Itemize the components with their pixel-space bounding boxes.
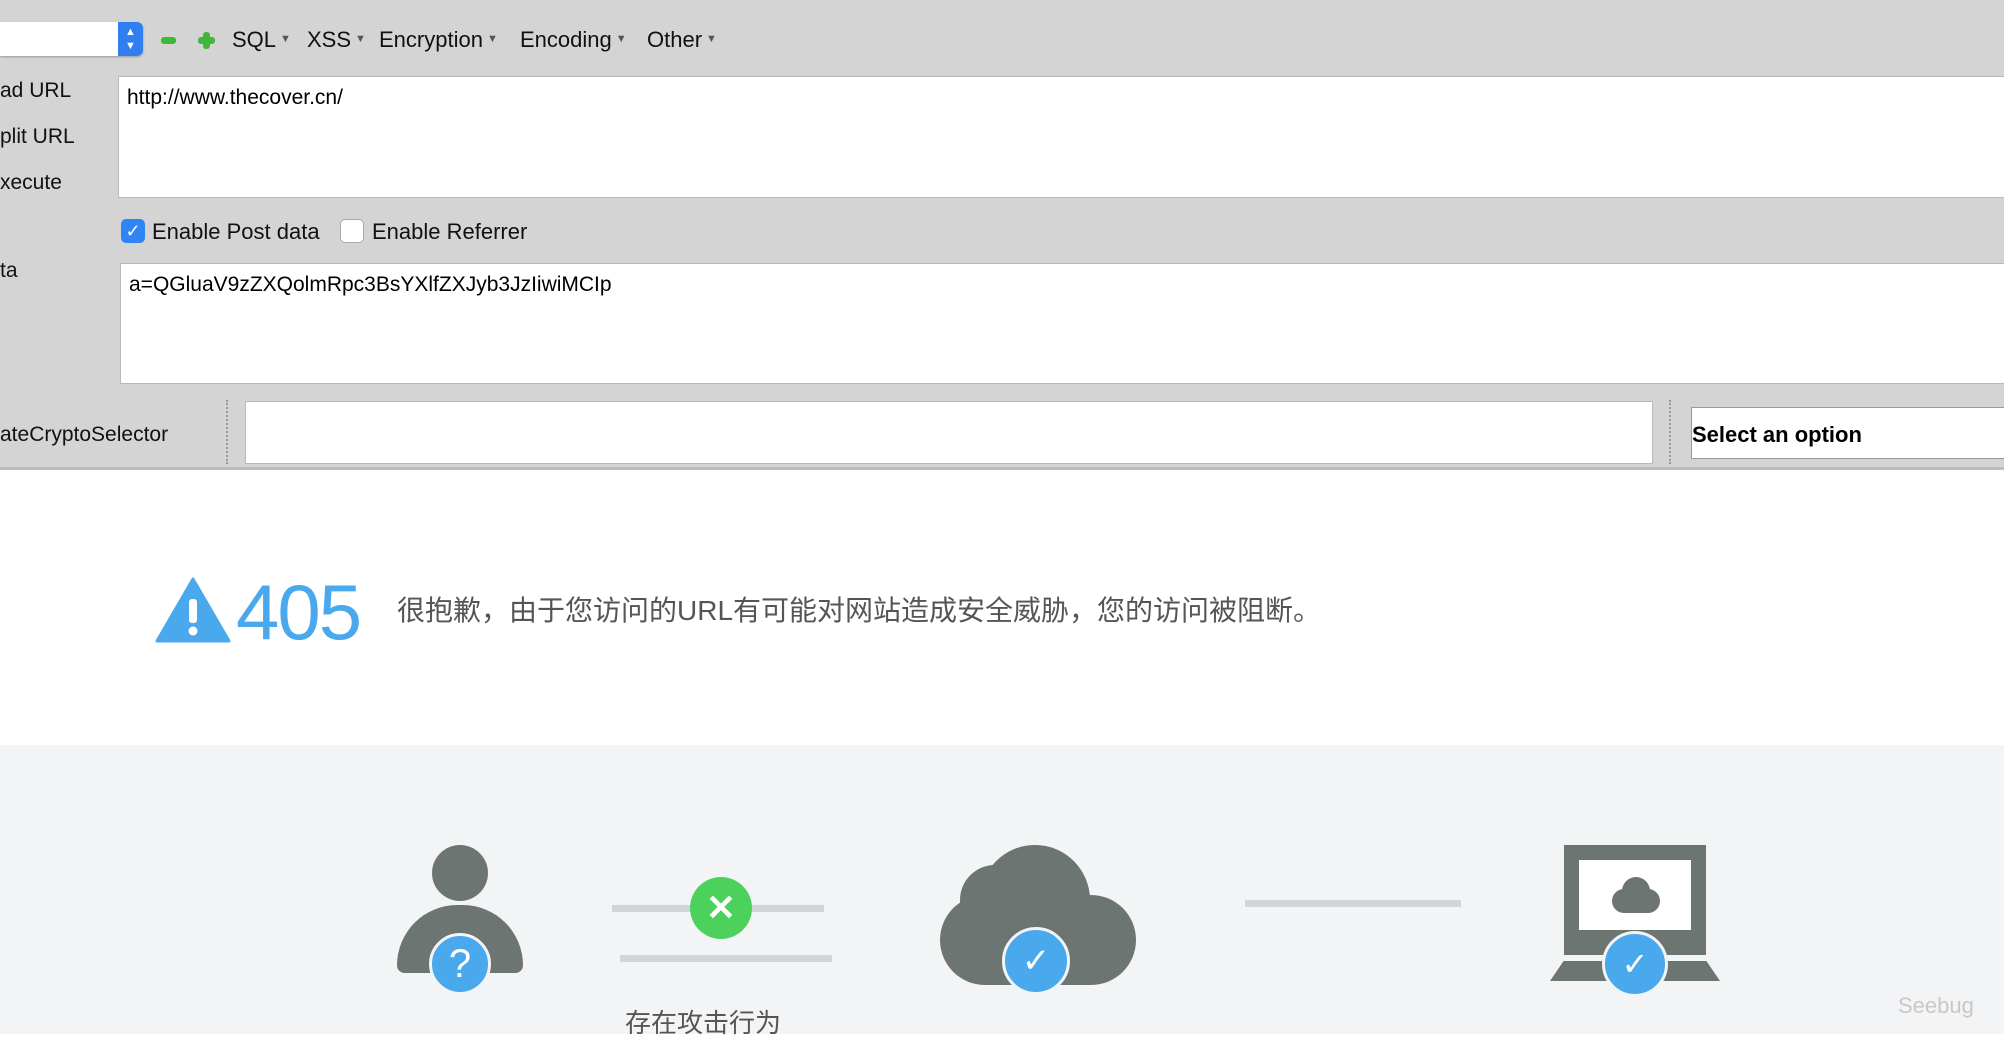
split-url-button[interactable]: plit URL: [0, 125, 75, 149]
post-data-label: ta: [0, 259, 18, 282]
crypto-selector-label: ateCryptoSelector: [0, 423, 169, 446]
attack-caption: 存在攻击行为: [625, 1008, 782, 1038]
cloud-icon: [1612, 875, 1660, 915]
error-message: 很抱歉，由于您访问的URL有可能对网站造成安全威胁，您的访问被阻断。: [397, 595, 1322, 626]
caret-down-icon: ▼: [280, 33, 291, 45]
caret-down-icon: ▼: [706, 33, 717, 45]
blocked-x-icon: ✕: [690, 877, 752, 939]
stepper-icon[interactable]: ▲ ▼: [118, 22, 143, 56]
check-badge: ✓: [1602, 931, 1668, 997]
laptop-icon: ✓: [1550, 845, 1720, 997]
divider: [226, 400, 228, 464]
menu-encryption[interactable]: Encryption ▼: [379, 27, 498, 53]
crypto-input[interactable]: [245, 401, 1653, 464]
check-badge: ✓: [1002, 927, 1070, 995]
caret-down-icon: ▼: [355, 33, 366, 45]
diagram-section: ? ✕ 存在攻击行为 ✓ ✓ Seebug: [0, 745, 2004, 1038]
menu-other[interactable]: Other ▼: [647, 27, 717, 53]
enable-referrer-label: Enable Referrer: [372, 219, 528, 244]
enable-post-data-checkbox[interactable]: ✓: [121, 219, 145, 243]
arrow-left: [620, 955, 832, 962]
hackbar-panel: ▲ ▼ SQL ▼ XSS ▼ Encryption ▼ Encoding ▼ Other…: [0, 0, 2004, 470]
menu-sql[interactable]: SQL ▼: [232, 27, 291, 53]
enable-post-data-label: Enable Post data: [152, 219, 320, 244]
connector-line: [1245, 900, 1461, 907]
url-combo[interactable]: ▲ ▼: [0, 22, 143, 56]
error-section: 405 很抱歉，由于您访问的URL有可能对网站造成安全威胁，您的访问被阻断。: [0, 473, 2004, 745]
plus-icon[interactable]: [198, 32, 215, 49]
divider: [1669, 400, 1671, 464]
user-icon: ?: [397, 845, 523, 995]
cloud-icon: ✓: [940, 845, 1136, 1005]
enable-referrer-checkbox[interactable]: [340, 219, 364, 243]
minus-icon[interactable]: [161, 37, 176, 44]
caret-down-icon: ▼: [615, 33, 627, 45]
menu-encoding[interactable]: Encoding ▼: [520, 27, 627, 53]
url-textarea[interactable]: http://www.thecover.cn/: [118, 76, 2004, 198]
post-data-textarea[interactable]: a=QGluaV9zZXQolmRpc3BsYXlfZXJyb3JzIiwiMC…: [120, 263, 2004, 384]
execute-button[interactable]: xecute: [0, 171, 62, 195]
caret-down-icon: ▼: [486, 33, 498, 45]
load-url-button[interactable]: ad URL: [0, 79, 71, 103]
error-code: 405: [236, 568, 362, 656]
menu-xss[interactable]: XSS ▼: [307, 27, 366, 53]
warning-icon: [155, 577, 231, 643]
question-badge: ?: [429, 933, 491, 995]
crypto-select[interactable]: Select an option: [1691, 407, 2004, 459]
seebug-watermark: Seebug: [1898, 993, 1974, 1018]
